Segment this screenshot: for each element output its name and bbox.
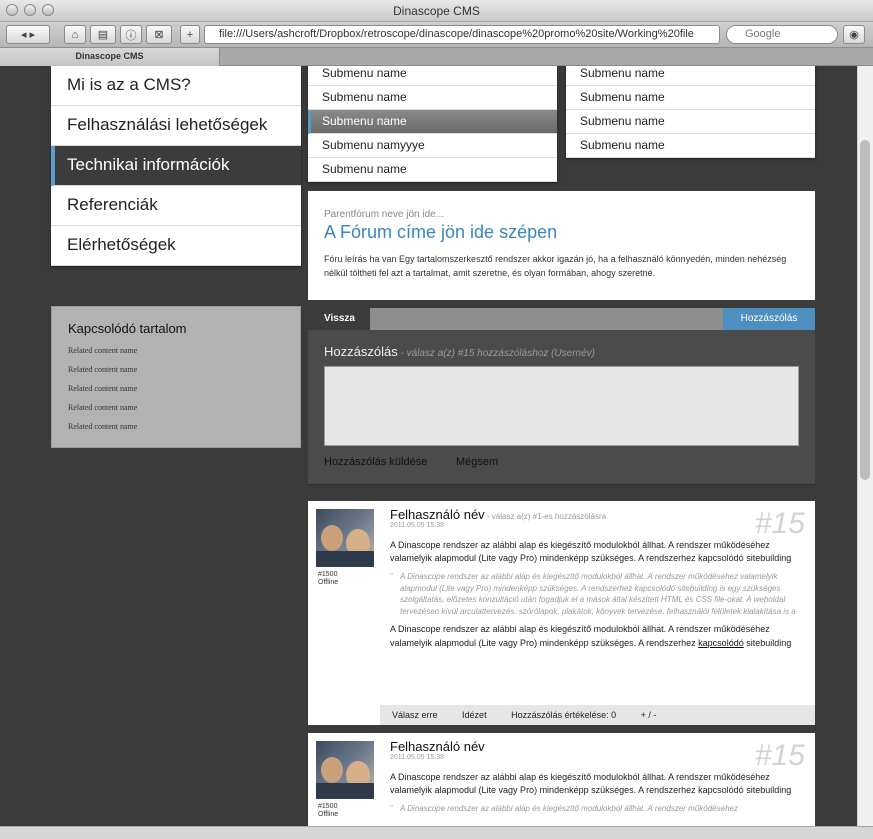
post-quote: “ A Dinascope rendszer az alábbi alap és…: [390, 803, 805, 815]
reply-subtitle: - válasz a(z) #15 hozzászóláshoz (Userné…: [397, 348, 596, 359]
reply-heading: Hozzászólás - válasz a(z) #15 hozzászólá…: [324, 344, 595, 359]
reply-reference[interactable]: - válasz a(z) #1-es hozzászólásra: [485, 512, 606, 521]
info-icon[interactable]: ⓘ: [120, 25, 142, 44]
submenu-item[interactable]: Submenu name: [308, 86, 557, 110]
related-item[interactable]: Related content name: [68, 384, 300, 393]
quote-button[interactable]: Idézet: [462, 710, 487, 720]
quote-text: A Dinascope rendszer az alábbi alap és k…: [400, 572, 796, 616]
quote-icon: “: [390, 572, 393, 582]
nav-item-technical[interactable]: Technikai információk: [51, 146, 301, 186]
parent-forum-link[interactable]: Parentfórum neve jön ide...: [324, 209, 815, 220]
snippet-icon[interactable]: ⊠: [146, 25, 172, 44]
user-status: Offline: [318, 579, 339, 587]
user-id: #1500: [318, 571, 338, 578]
author-name[interactable]: Felhasználó név: [390, 739, 805, 754]
rating-label: Hozzászólás értékelése: 0: [511, 710, 617, 720]
related-content-panel: Kapcsolódó tartalom Related content name…: [51, 306, 301, 448]
submenu-item[interactable]: Submenu name: [566, 66, 815, 86]
user-status: Offline: [318, 811, 339, 819]
avatar[interactable]: [316, 509, 374, 567]
print-icon[interactable]: ▤: [90, 25, 116, 44]
back-forward-button[interactable]: ◂ ▸: [6, 25, 50, 44]
window-titlebar: Dinascope CMS: [0, 0, 873, 22]
browser-tab[interactable]: Dinascope CMS: [0, 48, 220, 66]
forum-description: Fóru leírás ha van Egy tartalomszerkeszt…: [324, 254, 787, 278]
avatar[interactable]: [316, 741, 374, 799]
reply-textarea[interactable]: [324, 366, 799, 446]
user-id: #1500: [318, 803, 338, 810]
submenu-item[interactable]: Submenu name: [566, 86, 815, 110]
submenu-item[interactable]: Submenu name: [566, 110, 815, 134]
vote-button[interactable]: + / -: [641, 710, 657, 720]
forum-post: #1500 Offline #15 Felhasználó név - vála…: [308, 501, 815, 725]
status-bar: [0, 826, 873, 839]
author-name[interactable]: Felhasználó név: [390, 507, 485, 522]
submenu-item-active[interactable]: Submenu name: [308, 110, 557, 134]
search-field[interactable]: Google: [726, 25, 838, 44]
quote-text: A Dinascope rendszer az alábbi alap és k…: [400, 804, 738, 814]
post-author-sidebar: #1500 Offline: [308, 733, 380, 826]
post-body: #15 Felhasználó név 2011.05.05 15:38 A D…: [390, 739, 805, 821]
forum-title: A Fórum címe jön ide szépen: [324, 222, 558, 242]
post-quote: “ A Dinascope rendszer az alábbi alap és…: [390, 571, 805, 617]
post-date: 2011.05.05 15:38: [390, 754, 444, 761]
reply-title: Hozzászólás: [324, 344, 398, 359]
post-actions: Válasz erre Idézet Hozzászólás értékelés…: [380, 705, 815, 725]
post-text: A Dinascope rendszer az alábbi alap és k…: [390, 772, 792, 796]
browser-tabbar: Dinascope CMS: [0, 48, 873, 66]
comment-tab[interactable]: Hozzászólás: [723, 308, 815, 330]
cancel-reply-button[interactable]: Mégsem: [456, 456, 498, 468]
post-number: #15: [754, 507, 805, 540]
back-button[interactable]: Vissza: [308, 308, 370, 330]
action-tabstrip: Vissza Hozzászólás: [308, 308, 815, 336]
submenu-item[interactable]: Submenu name: [308, 158, 557, 182]
related-item[interactable]: Related content name: [68, 365, 300, 374]
add-bookmark-icon[interactable]: +: [180, 25, 200, 44]
home-icon[interactable]: ⌂: [64, 25, 86, 44]
submenu-item[interactable]: Submenu name: [308, 66, 557, 86]
post-body: #15 Felhasználó név - válasz a(z) #1-es …: [390, 507, 805, 650]
browser-toolbar: ◂ ▸ ⌂ ▤ ⓘ ⊠ + file:///Users/ashcroft/Dro…: [0, 22, 873, 48]
nav-item-cms[interactable]: Mi is az a CMS?: [51, 66, 301, 106]
author-meta: #1500 Offline: [318, 571, 338, 588]
submenu-left: Submenu name Submenu name Submenu name S…: [308, 66, 557, 182]
send-reply-button[interactable]: Hozzászólás küldése: [324, 456, 427, 468]
nav-item-contact[interactable]: Elérhetőségek: [51, 226, 301, 266]
post-text: A Dinascope rendszer az alábbi alap és k…: [390, 540, 792, 564]
post-number: #15: [754, 739, 805, 772]
window-title: Dinascope CMS: [393, 4, 480, 18]
related-item[interactable]: Related content name: [68, 422, 300, 431]
inline-link[interactable]: kapcsolódó: [698, 638, 744, 648]
quote-icon: “: [390, 804, 393, 814]
author-meta: #1500 Offline: [318, 803, 338, 820]
submenu-item[interactable]: Submenu namyyye: [308, 134, 557, 158]
nav-item-references[interactable]: Referenciák: [51, 186, 301, 226]
main-navigation: Mi is az a CMS? Felhasználási lehetősége…: [51, 66, 301, 266]
nav-item-usage[interactable]: Felhasználási lehetőségek: [51, 106, 301, 146]
post-author-sidebar: #1500 Offline: [308, 501, 380, 725]
post-date: 2011.05.05 15:38: [390, 522, 444, 529]
related-item[interactable]: Related content name: [68, 403, 300, 412]
reply-to-post-button[interactable]: Válasz erre: [392, 710, 438, 720]
related-title: Kapcsolódó tartalom: [68, 321, 187, 336]
forum-header: Parentfórum neve jön ide... A Fórum címe…: [308, 191, 815, 300]
page-content: Mi is az a CMS? Felhasználási lehetősége…: [0, 66, 857, 826]
scrollbar-thumb[interactable]: [860, 140, 870, 480]
submenu-right: Submenu name Submenu name Submenu name S…: [566, 66, 815, 158]
url-field[interactable]: file:///Users/ashcroft/Dropbox/retroscop…: [204, 25, 720, 44]
post-text-2: A Dinascope rendszer az alábbi alap és k…: [390, 623, 805, 649]
settings-icon[interactable]: ◉: [843, 25, 865, 44]
submenu-item[interactable]: Submenu name: [566, 134, 815, 158]
forum-post: #1500 Offline #15 Felhasználó név 2011.0…: [308, 733, 815, 826]
related-item[interactable]: Related content name: [68, 346, 300, 355]
reply-form: Hozzászólás - válasz a(z) #15 hozzászólá…: [308, 330, 815, 485]
post-text-part: sitebuilding: [743, 637, 792, 648]
